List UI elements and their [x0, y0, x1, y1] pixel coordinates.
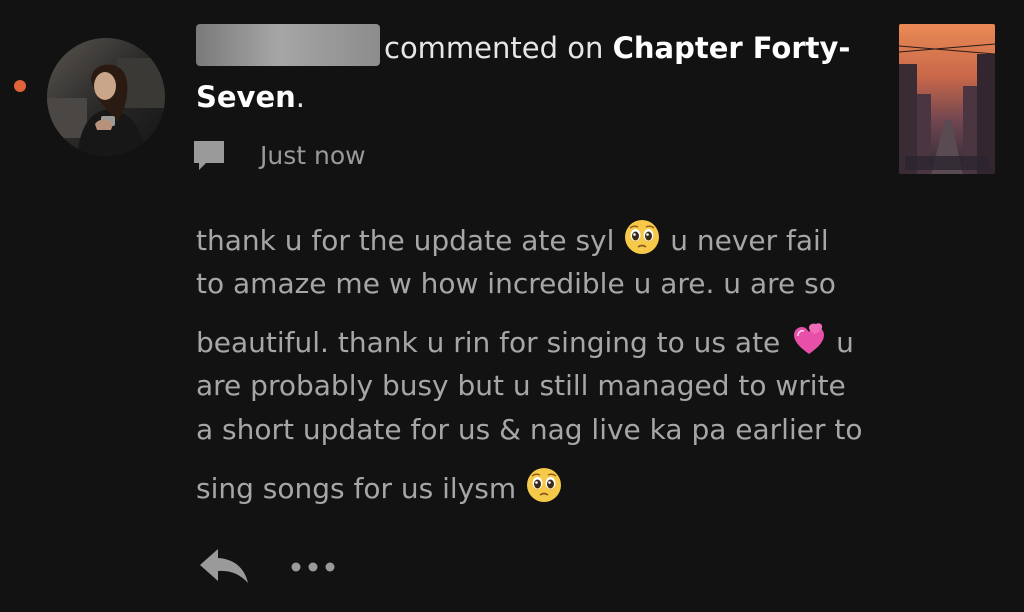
comment-bubble-icon — [192, 138, 226, 172]
notification-header: commented on Chapter Forty-Seven. — [196, 24, 876, 122]
comment-line: a short update for us & nag live ka pa e… — [196, 413, 863, 446]
comment-text: sing songs for us ilysm — [196, 472, 526, 505]
comment-text: thank u for the update ate syl — [196, 224, 624, 257]
comment-line: to amaze me w how incredible u are. u ar… — [196, 267, 836, 300]
reply-icon[interactable] — [198, 545, 250, 587]
pleading-face-emoji — [525, 466, 563, 504]
header-period: . — [295, 80, 305, 114]
comment-body: thank u for the update ate syl u never f… — [196, 218, 886, 510]
timestamp: Just now — [260, 140, 366, 170]
comment-actions — [198, 545, 336, 587]
comment-line: are probably busy but u still managed to… — [196, 369, 846, 402]
unread-indicator — [14, 80, 26, 92]
comment-line: sing songs for us ilysm — [196, 466, 886, 510]
action-text: commented on — [384, 31, 613, 65]
redacted-username[interactable] — [196, 24, 380, 66]
comment-text: beautiful. thank u rin for singing to us… — [196, 326, 790, 359]
user-avatar[interactable] — [47, 38, 165, 156]
more-options-icon[interactable] — [290, 559, 336, 573]
comment-text: u — [827, 326, 854, 359]
two-hearts-emoji — [789, 320, 827, 358]
comment-line: thank u for the update ate syl u never f… — [196, 218, 886, 262]
story-cover[interactable] — [899, 24, 995, 174]
comment-line: beautiful. thank u rin for singing to us… — [196, 320, 886, 364]
meta-row: Just now — [192, 135, 366, 175]
comment-text: u never fail — [661, 224, 829, 257]
pleading-face-emoji — [623, 218, 661, 256]
